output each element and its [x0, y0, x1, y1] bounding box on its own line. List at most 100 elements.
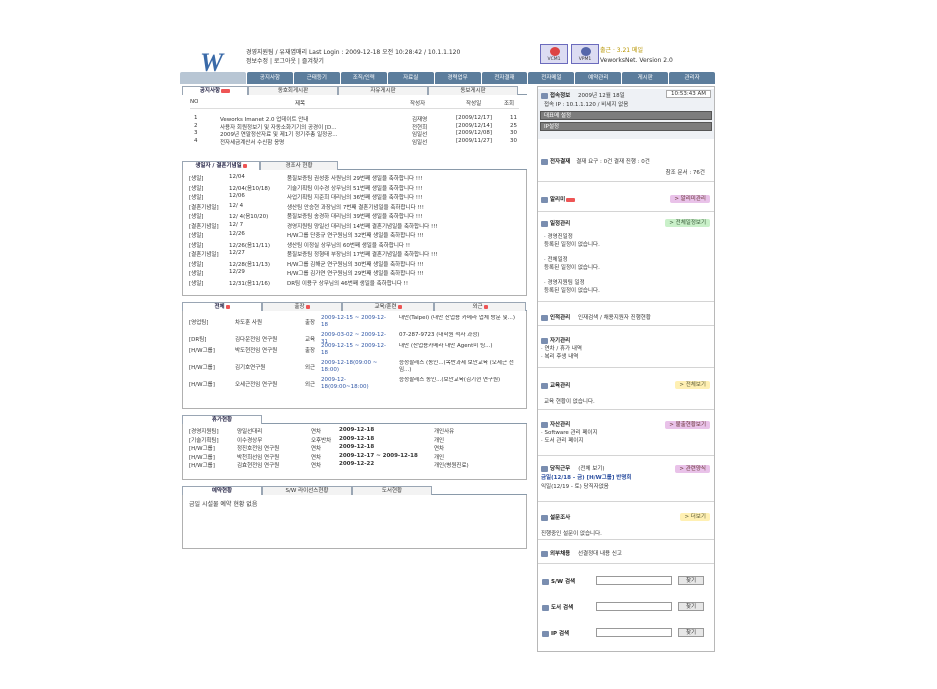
table-row[interactable]: [H/W그룹] 김기호연구원 외근 2009-12-18(09:00 ~ 18:00)…	[189, 360, 520, 377]
tab-events[interactable]: 경조사 현황	[260, 161, 338, 170]
list-item[interactable]: [결혼기념일] 12/ 7 경영지원팀 양일선 대리님의 14번째 결혼기념일을 축…	[189, 222, 520, 232]
table-row[interactable]: [H/W그룹] 박천희선임 연구원 연차 2009-12-17 ~ 2009-12-1…	[189, 453, 520, 462]
table-row[interactable]: [영업팀] 차도훈 사원 출장 2009-12-15 ~ 2009-12-18 대만(T…	[189, 315, 520, 332]
table-row[interactable]: [H/W그룹] 김효현전임 연구원 연차 2009-12-22 개인(병원진료)	[189, 461, 520, 470]
tab-birthday[interactable]: 생일자 / 결혼기념일	[182, 161, 260, 170]
tab-notice[interactable]: 공지사항	[182, 86, 248, 95]
menu-board[interactable]: 게시판	[622, 72, 669, 84]
table-row[interactable]: 3 2009년 연말정산자료 및 제1기 정기주총 일정공... 임일선 [20…	[190, 130, 519, 138]
cell: DR팀 이용구 상무님의 46번째 생일을 축하합니다 !!	[287, 280, 409, 287]
tab-report[interactable]: 동보게시판	[428, 86, 518, 95]
asset-item[interactable]: · Software 관리 페이지	[541, 429, 711, 437]
menu-career[interactable]: 경력업무	[434, 72, 481, 84]
cell: 기술기획팀 이수경 상무님의 51번째 생일을 축하합니다 !!!	[287, 185, 423, 192]
list-item[interactable]: [생일] 12/ 4(음10/20) 품질보증팀 송경하 대리님의 39번째 생일을…	[189, 212, 520, 222]
tab-vacation[interactable]: 휴가현황	[182, 415, 262, 424]
menu-archive[interactable]: 자료실	[387, 72, 434, 84]
menu-org[interactable]: 조직/인력	[340, 72, 387, 84]
survey-more-button[interactable]: > 더보기	[680, 513, 710, 521]
book-search-input[interactable]	[596, 602, 672, 611]
ip-setting-button[interactable]: IP설정	[540, 122, 712, 131]
menu-notice[interactable]: 공지사항	[247, 72, 293, 84]
list-item[interactable]: [생일] 12/06 사업기획팀 지준희 대리님의 36번째 생일을 축하합니다 !…	[189, 193, 520, 203]
tab-books[interactable]: 도서현황	[352, 486, 432, 495]
vpm1-button[interactable]: VPM1	[571, 44, 599, 64]
menu-approval[interactable]: 전자결재	[481, 72, 528, 84]
list-item[interactable]: [결혼기념일] 12/27 품질보증팀 정형태 부장님의 17번째 결혼기념일을 축…	[189, 250, 520, 260]
access-ip: 접속 IP : 10.1.1.120 / 비세지 없음	[544, 102, 629, 108]
user-links[interactable]: 정보수정 | 로그아웃 | 즐겨찾기	[246, 57, 460, 66]
self-item[interactable]: · 연차 / 휴가 내역	[541, 345, 711, 353]
sw-search-button[interactable]: 찾기	[678, 576, 704, 585]
tab-free[interactable]: 자유게시판	[338, 86, 428, 95]
ip-search-button[interactable]: 찾기	[678, 628, 704, 637]
asset-out-button[interactable]: > 불출현황보기	[665, 421, 710, 429]
duty-all-link[interactable]: (전체 보기)	[578, 466, 604, 472]
table-row[interactable]: [DR팀] 김다운전임 연구원 교육 2009-03-02 ~ 2009-12-31 0…	[189, 332, 520, 345]
table-row[interactable]: [H/W그룹] 오세근전임 연구원 외근 2009-12-18(09:00~18:00…	[189, 377, 520, 394]
col-views: 조회	[504, 101, 515, 107]
ip-search-input[interactable]	[596, 628, 672, 637]
table-row[interactable]: [H/W그룹] 박도현전임 연구원 출장 2009-12-15 ~ 2009-12-1…	[189, 343, 520, 360]
cell: 2009-12-22	[339, 461, 375, 467]
tab-outside[interactable]: 외근	[434, 302, 526, 311]
table-row[interactable]: [경영지원팀] 양일선대리 연차 2009-12-18 개인사유	[189, 427, 520, 436]
menu-attendance[interactable]: 근태등기	[293, 72, 340, 84]
tab-license[interactable]: S/W 라이선스현황	[262, 486, 352, 495]
sw-search-input[interactable]	[596, 576, 672, 585]
clock-icon	[541, 465, 548, 472]
tab-all[interactable]: 전체	[182, 302, 262, 311]
duty-form-button[interactable]: > 관련양식	[675, 465, 710, 473]
asset-item[interactable]: · 도서 관리 페이지	[541, 437, 711, 445]
row-views: 30	[510, 137, 517, 144]
schedule-item[interactable]: · 전체일정	[544, 256, 711, 264]
ip-search-label: IP 검색	[551, 631, 570, 637]
list-item[interactable]: [생일] 12/04 품질보증팀 권성중 사원님의 29번째 생일을 축하합니다 !…	[189, 174, 520, 184]
table-row[interactable]: [기술기획팀] 이수경상무 오후반차 2009-12-18 개인	[189, 436, 520, 445]
book-search-label: 도서 검색	[551, 605, 574, 611]
hr-links[interactable]: 인재검색 / 채용지원자 진행현황	[578, 315, 651, 321]
cell: 박도현전임 연구원	[235, 348, 278, 354]
notify-manage-button[interactable]: > 알리미관리	[670, 195, 710, 203]
table-row[interactable]: 4 전자세금계산서 수신함 응명 임일선 [2009/11/27] 30	[190, 138, 519, 146]
cell: 오세근전임 연구원	[235, 382, 278, 388]
list-item[interactable]: [생일] 12/04(음10/18) 기술기획팀 이수경 상무님의 51번째 생일을…	[189, 184, 520, 194]
main-setting-button[interactable]: 대표메 설정	[540, 111, 712, 120]
quick-icons: VCM1 VPM1	[540, 44, 599, 64]
schedule-item[interactable]: · 경영진일정	[544, 233, 711, 241]
book-search-button[interactable]: 찾기	[678, 602, 704, 611]
row-views: 11	[510, 115, 517, 121]
self-box: 자기관리 · 연차 / 휴가 내역 · 복리 후생 내역	[538, 337, 714, 361]
recruit-link[interactable]: 선결정대 내용 신고	[578, 551, 622, 557]
attendance-list: [영업팀] 차도훈 사원 출장 2009-12-15 ~ 2009-12-18 대만(T…	[182, 311, 527, 409]
schedule-item[interactable]: · 경영지원팀 일정	[544, 279, 711, 287]
menu-mail[interactable]: 전자메일	[528, 72, 575, 84]
list-item[interactable]: [생일] 12/26 H/W그룹 단중규 연구원님의 32번째 생일을 축하합니다 …	[189, 231, 520, 241]
col-date: 작성일	[466, 101, 482, 107]
row-title[interactable]: 전자세금계산서 수신함 응명	[220, 138, 284, 146]
list-item[interactable]: [생일] 12/29 H/W그룹 김가연 연구원님의 29번째 생일을 축하합니다 …	[189, 269, 520, 279]
tab-reservation[interactable]: 예약현황	[182, 486, 262, 495]
schedule-all-button[interactable]: > 전체일정보기	[665, 219, 710, 227]
tab-trip[interactable]: 출장	[262, 302, 342, 311]
list-item[interactable]: [생일] 12/28(음11/13) H/W그룹 김해균 연구원님의 30번째 생일…	[189, 260, 520, 270]
tab-training[interactable]: 교육/훈련	[342, 302, 434, 311]
cell: 12/04	[229, 174, 245, 180]
list-item[interactable]: [생일] 12/31(음11/16) DR팀 이용구 상무님의 46번째 생일을 축…	[189, 279, 520, 289]
list-item[interactable]: [생일] 12/26(음11/11) 생산팀 이정실 상무님의 60번째 생일을 축…	[189, 241, 520, 251]
table-row[interactable]: 2 사용자 회원정보기 및 자동소화기기의 공경이 [D... 전현희 [200…	[190, 123, 519, 131]
tab-club[interactable]: 동호회게시판	[248, 86, 338, 95]
table-row[interactable]: 1 Veworks Imanet 2.0 업데이트 안내 김재영 [2009/1…	[190, 115, 519, 123]
education-all-button[interactable]: > 전체보기	[675, 381, 710, 389]
list-item[interactable]: [결혼기념일] 12/ 4 생산팀 안승현 과장님의 7번째 결혼기념일을 축하합니…	[189, 203, 520, 213]
new-icon	[566, 197, 576, 202]
menu-reservation[interactable]: 예약관리	[575, 72, 622, 84]
table-row[interactable]: [H/W그룹] 정진호전임 연구원 연차 2009-12-18 연차	[189, 444, 520, 453]
vacation-tabs: 휴가현황	[182, 415, 527, 424]
vcm1-button[interactable]: VCM1	[540, 44, 568, 64]
self-item[interactable]: · 복리 후생 내역	[541, 353, 711, 361]
cell: 승성팔레스 (동인...(목반과제 보안교육 (오세근 전임...)	[399, 360, 514, 373]
schedule-item: 등록된 일정이 없습니다.	[544, 288, 600, 294]
approval-title[interactable]: 전자결재	[550, 159, 570, 165]
menu-admin[interactable]: 관리자	[669, 72, 716, 84]
